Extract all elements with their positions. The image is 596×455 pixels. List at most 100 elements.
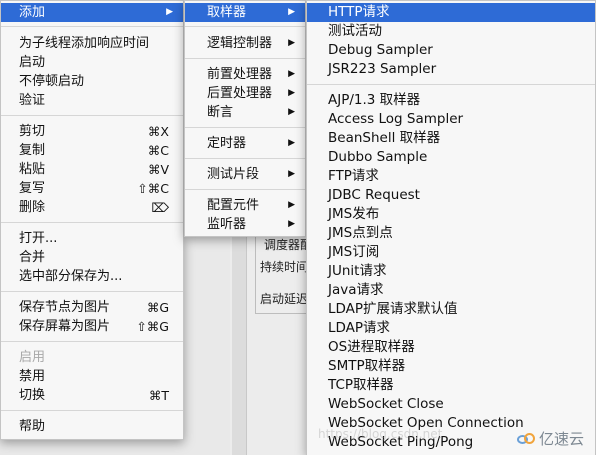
menu-item-label: 取样器 <box>207 5 247 20</box>
shortcut-label: ⇧⌘C <box>137 181 169 196</box>
menu-item-paste[interactable]: 粘贴 ⌘V <box>1 160 183 179</box>
submenu-item-assertion[interactable]: 断言 ▶ <box>185 103 305 122</box>
watermark-text: 亿速云 <box>538 430 584 448</box>
menu-item-label: 打开... <box>19 231 58 246</box>
menu-separator <box>1 115 183 116</box>
menu-item-toggle[interactable]: 切换 ⌘T <box>1 386 183 405</box>
submenu-item-pre-processor[interactable]: 前置处理器 ▶ <box>185 65 305 84</box>
menu-item-label: 合并 <box>19 250 46 265</box>
sampler-item-jms-point-to-point[interactable]: JMS点到点 <box>307 224 595 243</box>
menu-item-label: WebSocket Close <box>328 396 444 412</box>
submenu-arrow-icon: ▶ <box>288 7 295 17</box>
sampler-item-websocket-close[interactable]: WebSocket Close <box>307 395 595 414</box>
sampler-item-ldap-request[interactable]: LDAP请求 <box>307 319 595 338</box>
submenu-item-listener[interactable]: 监听器 ▶ <box>185 215 305 234</box>
menu-item-label: Dubbo Sample <box>328 149 428 165</box>
menu-item-label: 复写 <box>19 181 46 196</box>
menu-item-start-no-pauses[interactable]: 不停顿启动 <box>1 72 183 91</box>
sampler-item-http-request[interactable]: HTTP请求 <box>307 3 595 22</box>
duration-label: 持续时间 <box>260 260 309 274</box>
shortcut-label: ⌘V <box>147 162 169 177</box>
shortcut-label: ⌘T <box>148 388 169 403</box>
sampler-item-test-action[interactable]: 测试活动 <box>307 22 595 41</box>
submenu-arrow-icon: ▶ <box>288 69 295 79</box>
menu-item-label: JMS发布 <box>328 206 380 222</box>
context-menu: 添加 ▶ 为子线程添加响应时间 启动 不停顿启动 验证 剪切 ⌘X 复制 ⌘C 粘贴 ⌘… <box>0 0 184 440</box>
submenu-item-config-element[interactable]: 配置元件 ▶ <box>185 196 305 215</box>
menu-item-validate[interactable]: 验证 <box>1 91 183 110</box>
sampler-item-access-log-sampler[interactable]: Access Log Sampler <box>307 110 595 129</box>
sampler-item-jdbc-request[interactable]: JDBC Request <box>307 186 595 205</box>
menu-item-label: LDAP扩展请求默认值 <box>328 301 458 317</box>
sampler-item-tcp-sampler[interactable]: TCP取样器 <box>307 376 595 395</box>
menu-item-copy[interactable]: 复制 ⌘C <box>1 141 183 160</box>
menu-item-enable: 启用 <box>1 348 183 367</box>
submenu-arrow-icon: ▶ <box>288 219 295 229</box>
submenu-item-logic-controller[interactable]: 逻辑控制器 ▶ <box>185 34 305 53</box>
sampler-item-jms-publisher[interactable]: JMS发布 <box>307 205 595 224</box>
menu-item-delete[interactable]: 删除 ⌦ <box>1 198 183 217</box>
menu-item-save-selection-as[interactable]: 选中部分保存为... <box>1 267 183 286</box>
menu-item-label: JMS订阅 <box>328 244 380 260</box>
menu-item-label: LDAP请求 <box>328 320 391 336</box>
menu-item-label: SMTP取样器 <box>328 358 406 374</box>
shortcut-label: ⇧⌘G <box>136 319 169 334</box>
menu-separator <box>1 410 183 411</box>
menu-item-label: BeanShell 取样器 <box>328 130 441 146</box>
sampler-item-ldap-extended-request[interactable]: LDAP扩展请求默认值 <box>307 300 595 319</box>
menu-separator <box>185 189 305 190</box>
menu-item-label: 切换 <box>19 388 46 403</box>
menu-item-help[interactable]: 帮助 <box>1 417 183 436</box>
sampler-item-jms-subscriber[interactable]: JMS订阅 <box>307 243 595 262</box>
menu-item-disable[interactable]: 禁用 <box>1 367 183 386</box>
submenu-item-post-processor[interactable]: 后置处理器 ▶ <box>185 84 305 103</box>
menu-item-duplicate[interactable]: 复写 ⇧⌘C <box>1 179 183 198</box>
menu-item-label: 不停顿启动 <box>19 74 85 89</box>
menu-item-label: JMS点到点 <box>328 225 393 241</box>
menu-item-label: JSR223 Sampler <box>328 61 437 77</box>
sampler-item-jsr223-sampler[interactable]: JSR223 Sampler <box>307 60 595 79</box>
menu-item-label: 前置处理器 <box>207 67 273 82</box>
submenu-arrow-icon: ▶ <box>288 107 295 117</box>
menu-item-label: 逻辑控制器 <box>207 36 273 51</box>
shortcut-label: ⌘X <box>147 124 169 139</box>
menu-item-merge[interactable]: 合并 <box>1 248 183 267</box>
menu-item-label: FTP请求 <box>328 168 379 184</box>
menu-item-save-node-image[interactable]: 保存节点为图片 ⌘G <box>1 298 183 317</box>
menu-item-add[interactable]: 添加 ▶ <box>1 3 183 22</box>
startup-delay-label: 启动延迟 <box>260 292 309 306</box>
sampler-item-smtp-sampler[interactable]: SMTP取样器 <box>307 357 595 376</box>
menu-item-label: 后置处理器 <box>207 86 273 101</box>
sampler-item-ajp-sampler[interactable]: AJP/1.3 取样器 <box>307 91 595 110</box>
menu-separator <box>1 291 183 292</box>
sampler-item-junit-request[interactable]: JUnit请求 <box>307 262 595 281</box>
menu-item-label: AJP/1.3 取样器 <box>328 92 421 108</box>
menu-item-label: 复制 <box>19 143 46 158</box>
menu-item-open[interactable]: 打开... <box>1 229 183 248</box>
menu-item-label: 帮助 <box>19 419 46 434</box>
add-submenu: 取样器 ▶ 逻辑控制器 ▶ 前置处理器 ▶ 后置处理器 ▶ 断言 ▶ 定时器 ▶ 测试片段 ▶… <box>184 0 306 237</box>
sampler-item-beanshell-sampler[interactable]: BeanShell 取样器 <box>307 129 595 148</box>
submenu-item-sampler[interactable]: 取样器 ▶ <box>185 3 305 22</box>
menu-item-label: 剪切 <box>19 124 46 139</box>
menu-item-save-screen-image[interactable]: 保存屏幕为图片 ⇧⌘G <box>1 317 183 336</box>
menu-separator <box>1 222 183 223</box>
menu-item-start[interactable]: 启动 <box>1 53 183 72</box>
sampler-item-java-request[interactable]: Java请求 <box>307 281 595 300</box>
menu-item-label: 启用 <box>19 350 46 365</box>
background-scroll-strip <box>232 220 247 455</box>
sampler-item-ftp-request[interactable]: FTP请求 <box>307 167 595 186</box>
menu-item-label: 验证 <box>19 93 46 108</box>
shortcut-label: ⌘C <box>147 143 169 158</box>
sampler-item-os-process-sampler[interactable]: OS进程取样器 <box>307 338 595 357</box>
submenu-arrow-icon: ▶ <box>288 138 295 148</box>
menu-item-label: HTTP请求 <box>328 4 390 20</box>
submenu-item-timer[interactable]: 定时器 ▶ <box>185 134 305 153</box>
menu-item-cut[interactable]: 剪切 ⌘X <box>1 122 183 141</box>
sampler-item-dubbo-sample[interactable]: Dubbo Sample <box>307 148 595 167</box>
menu-item-add-think-times[interactable]: 为子线程添加响应时间 <box>1 34 183 53</box>
sampler-item-debug-sampler[interactable]: Debug Sampler <box>307 41 595 60</box>
menu-item-label: 添加 <box>19 5 46 20</box>
delete-key-icon: ⌦ <box>151 200 169 215</box>
submenu-item-test-fragment[interactable]: 测试片段 ▶ <box>185 165 305 184</box>
